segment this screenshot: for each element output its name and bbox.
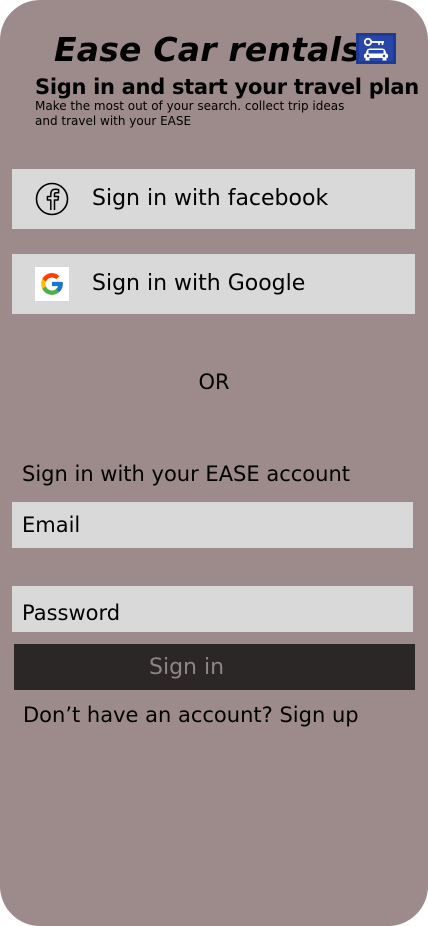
password-field[interactable] (12, 586, 413, 632)
facebook-icon (35, 182, 69, 216)
google-signin-button[interactable]: Sign in with Google (12, 254, 415, 314)
facebook-signin-button[interactable]: Sign in with facebook (12, 169, 415, 229)
signup-prompt: Don’t have an account? Sign up (23, 703, 359, 727)
signup-link[interactable]: Sign up (279, 703, 358, 727)
car-key-icon (356, 33, 396, 64)
signin-button[interactable]: Sign in (14, 644, 415, 690)
headline: Sign in and start your travel plan (35, 75, 419, 99)
app-title: Ease Car rentals (54, 30, 361, 69)
phone-screen: Ease Car rentals Sign in and start your … (0, 0, 428, 926)
intro-subtext: Make the most out of your search. collec… (35, 99, 345, 128)
facebook-signin-label: Sign in with facebook (92, 186, 329, 211)
or-divider: OR (198, 370, 230, 394)
google-signin-label: Sign in with Google (92, 271, 306, 296)
google-icon (35, 267, 69, 301)
email-field[interactable] (12, 502, 413, 548)
signup-prompt-text: Don’t have an account? (23, 703, 273, 727)
account-signin-heading: Sign in with your EASE account (22, 462, 350, 486)
